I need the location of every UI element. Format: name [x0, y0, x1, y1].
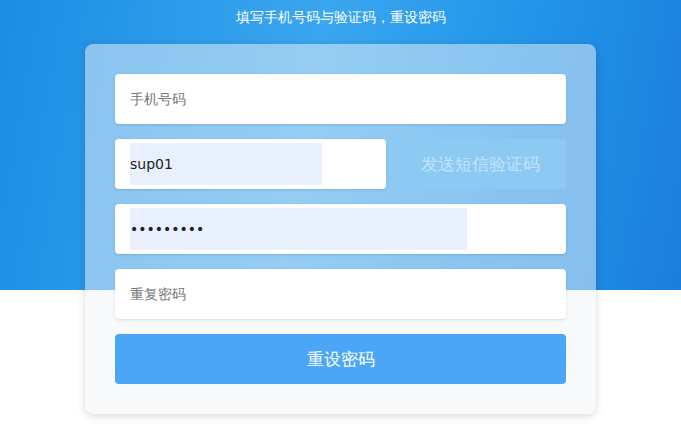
password-field[interactable] — [115, 204, 566, 254]
form-row: 发送短信验证码 — [115, 139, 566, 189]
reset-password-button[interactable]: 重设密码 — [115, 334, 566, 384]
code-input[interactable] — [130, 143, 322, 185]
form-row — [115, 269, 566, 319]
text-field[interactable] — [115, 74, 566, 124]
text-field[interactable] — [115, 269, 566, 319]
page-title: 填写手机号码与验证码，重设密码 — [236, 0, 446, 44]
reset-password-page: 填写手机号码与验证码，重设密码 发送短信验证码 重设密码 — [0, 0, 681, 414]
form-row — [115, 204, 566, 254]
reset-form-card: 发送短信验证码 重设密码 — [85, 44, 596, 414]
send-sms-button[interactable]: 发送短信验证码 — [395, 139, 566, 189]
text-input[interactable] — [130, 78, 551, 120]
text-input[interactable] — [130, 273, 551, 315]
code-field[interactable] — [115, 139, 386, 189]
form-row — [115, 74, 566, 124]
password-input[interactable] — [130, 208, 467, 250]
